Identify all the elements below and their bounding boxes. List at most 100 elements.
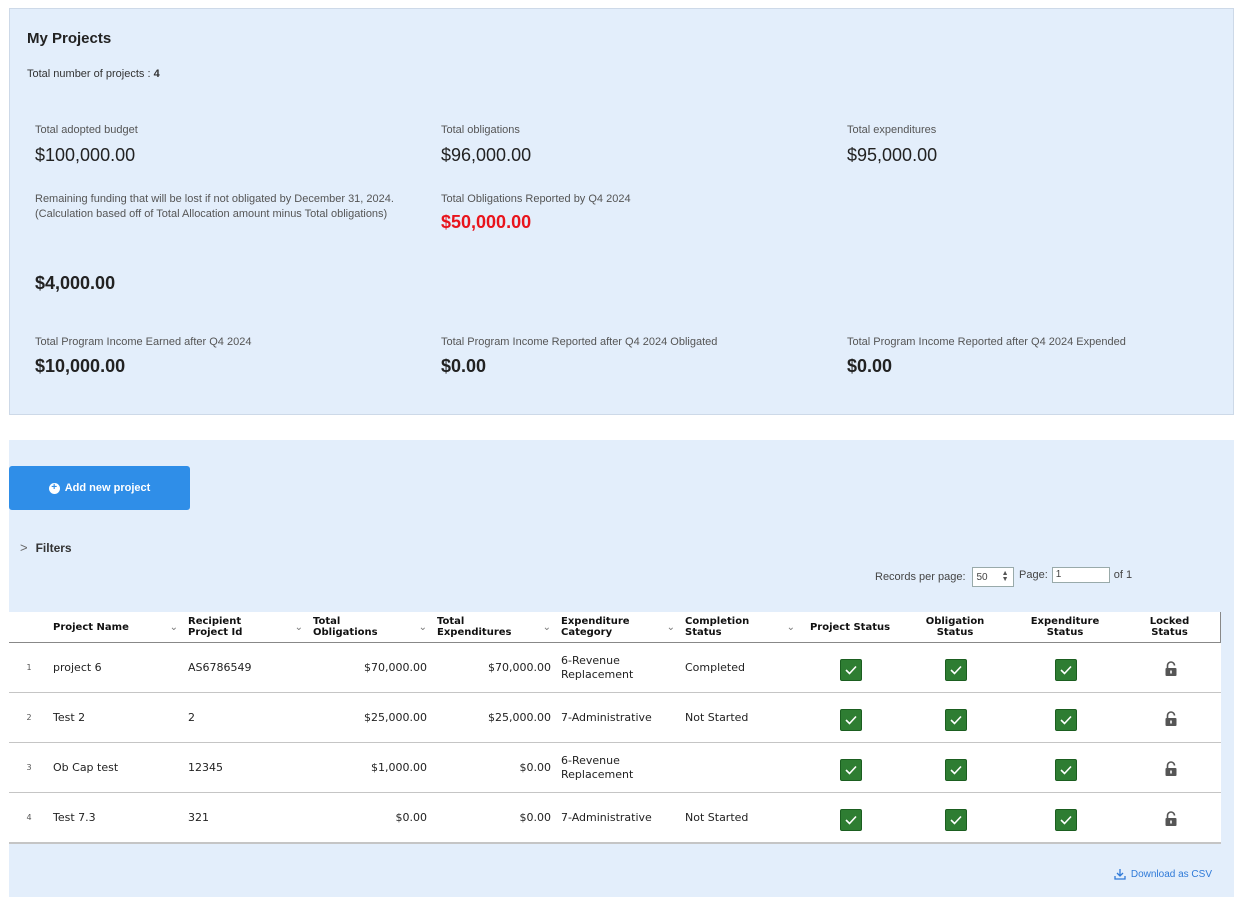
header-index [9, 612, 49, 642]
header-expenditure-status: Expenditure Status [1011, 612, 1121, 642]
chevron-down-icon[interactable]: ⌄ [543, 622, 551, 633]
cell-project-name[interactable]: Test 7.3 [49, 793, 184, 842]
cell-project-name[interactable]: Test 2 [49, 693, 184, 742]
check-icon[interactable] [1055, 659, 1077, 681]
check-icon[interactable] [1055, 759, 1077, 781]
header-completion-status-label: Completion Status [685, 616, 750, 638]
unlocked-padlock-icon[interactable] [1164, 761, 1178, 781]
chevron-down-icon[interactable]: ⌄ [419, 622, 427, 633]
header-obligation-status: Obligation Status [901, 612, 1011, 642]
cell-expenditure-category: 6-Revenue Replacement [561, 653, 634, 681]
remaining-funding-label: Remaining funding that will be lost if n… [35, 192, 410, 222]
table-body: 1 project 6 AS6786549 $70,000.00 $70,000.00 6… [9, 643, 1221, 843]
cell-locked-status [1121, 693, 1221, 742]
check-icon[interactable] [840, 709, 862, 731]
unlocked-padlock-icon[interactable] [1164, 711, 1178, 731]
program-income-earned-value: $10,000.00 [35, 356, 126, 376]
check-icon[interactable] [1055, 709, 1077, 731]
chevron-down-icon[interactable]: ⌄ [295, 622, 303, 633]
cell-total-expenditures: $25,000.00 [488, 710, 551, 724]
table-row[interactable]: 2 Test 2 2 $25,000.00 $25,000.00 7-Administra… [9, 693, 1221, 743]
chevron-down-icon[interactable]: ⌄ [667, 622, 675, 633]
header-total-obligations[interactable]: Total Obligations ⌄ [309, 612, 433, 642]
header-recipient-id-label: Recipient Project Id [188, 616, 243, 638]
header-total-expenditures[interactable]: Total Expenditures ⌄ [433, 612, 557, 642]
records-per-page-label: Records per page: [875, 571, 966, 583]
check-icon[interactable] [945, 709, 967, 731]
header-project-name[interactable]: Project Name ⌄ [49, 612, 184, 642]
cell-total-obligations: $25,000.00 [364, 710, 427, 724]
chevron-down-icon[interactable]: ⌄ [787, 622, 795, 633]
page-label: Page: [1019, 569, 1048, 581]
obligations-value: $96,000.00 [441, 145, 532, 165]
cell-total-obligations: $70,000.00 [364, 660, 427, 674]
filters-label: Filters [35, 540, 72, 555]
check-icon[interactable] [840, 809, 862, 831]
check-icon[interactable] [945, 659, 967, 681]
cell-recipient-id: AS6786549 [188, 660, 252, 674]
cell-completion-status: Not Started [685, 810, 749, 824]
cell-project-status [801, 793, 901, 842]
cell-total-expenditures: $70,000.00 [488, 660, 551, 674]
cell-locked-status [1121, 743, 1221, 792]
program-income-obligated-value: $0.00 [441, 356, 487, 376]
cell-total-expenditures: $0.00 [519, 760, 552, 774]
download-csv-link[interactable]: Download as CSV [1114, 868, 1212, 880]
records-per-page-value: 50 [976, 571, 988, 583]
table-row[interactable]: 4 Test 7.3 321 $0.00 $0.00 7-Administrative No… [9, 793, 1221, 843]
cell-project-name[interactable]: Ob Cap test [49, 743, 184, 792]
cell-completion-status: Completed [685, 660, 745, 674]
cell-locked-status [1121, 793, 1221, 842]
pagination: Page: 1 of 1 [1019, 567, 1132, 583]
spinner-icon: ▲ ▼ [1001, 570, 1009, 583]
header-completion-status[interactable]: Completion Status ⌄ [681, 612, 801, 642]
plus-circle-icon: + [48, 482, 60, 494]
header-recipient-id[interactable]: Recipient Project Id ⌄ [184, 612, 309, 642]
cell-expenditure-status [1011, 693, 1121, 742]
table-row[interactable]: 3 Ob Cap test 12345 $1,000.00 $0.00 6-Revenue… [9, 743, 1221, 793]
cell-obligation-status [901, 743, 1011, 792]
cell-total-obligations: $0.00 [395, 810, 428, 824]
cell-locked-status [1121, 643, 1221, 692]
add-project-button[interactable]: + Add new project [9, 466, 190, 510]
page-input[interactable]: 1 [1051, 567, 1110, 583]
unlocked-padlock-icon[interactable] [1164, 811, 1178, 831]
cell-completion-status [681, 743, 801, 792]
cell-expenditure-category: 7-Administrative [561, 710, 652, 724]
cell-total-obligations: $1,000.00 [371, 760, 427, 774]
check-icon[interactable] [840, 659, 862, 681]
check-icon[interactable] [945, 809, 967, 831]
cell-expenditure-status [1011, 793, 1121, 842]
cell-expenditure-category: 7-Administrative [561, 810, 652, 824]
remaining-funding-label-line2: (Calculation based off of Total Allocati… [35, 208, 388, 220]
project-count-value: 4 [153, 68, 160, 80]
check-icon[interactable] [840, 759, 862, 781]
remaining-funding-value: $4,000.00 [35, 273, 116, 293]
cell-expenditure-status [1011, 643, 1121, 692]
cell-project-status [801, 743, 901, 792]
program-income-expended-value: $0.00 [847, 356, 893, 376]
chevron-down-icon[interactable]: ⌄ [170, 622, 178, 633]
q4-obligations-label: Total Obligations Reported by Q4 2024 [441, 193, 631, 205]
unlocked-padlock-icon[interactable] [1164, 661, 1178, 681]
check-icon[interactable] [1055, 809, 1077, 831]
q4-obligations-value: $50,000.00 [441, 212, 532, 232]
projects-panel: + Add new project > Filters Records per … [9, 440, 1234, 897]
remaining-funding-label-line1: Remaining funding that will be lost if n… [35, 193, 394, 205]
table-row[interactable]: 1 project 6 AS6786549 $70,000.00 $70,000.00 6… [9, 643, 1221, 693]
header-locked-status-label: Locked Status [1149, 616, 1190, 638]
program-income-obligated-label: Total Program Income Reported after Q4 2… [441, 336, 718, 348]
project-count-label: Total number of projects : [27, 68, 151, 80]
row-index: 4 [26, 812, 32, 822]
adopted-budget-label: Total adopted budget [35, 124, 138, 136]
records-per-page: Records per page: 50 ▲ ▼ [875, 567, 1014, 587]
cell-obligation-status [901, 793, 1011, 842]
check-icon[interactable] [945, 759, 967, 781]
records-per-page-select[interactable]: 50 ▲ ▼ [971, 567, 1014, 587]
table-header-row: Project Name ⌄ Recipient Project Id ⌄ To… [9, 612, 1221, 643]
cell-project-name[interactable]: project 6 [49, 643, 184, 692]
header-locked-status: Locked Status [1121, 612, 1221, 642]
filters-toggle[interactable]: > Filters [20, 540, 72, 555]
cell-total-expenditures: $0.00 [519, 810, 552, 824]
header-expenditure-category[interactable]: Expenditure Category ⌄ [557, 612, 681, 642]
